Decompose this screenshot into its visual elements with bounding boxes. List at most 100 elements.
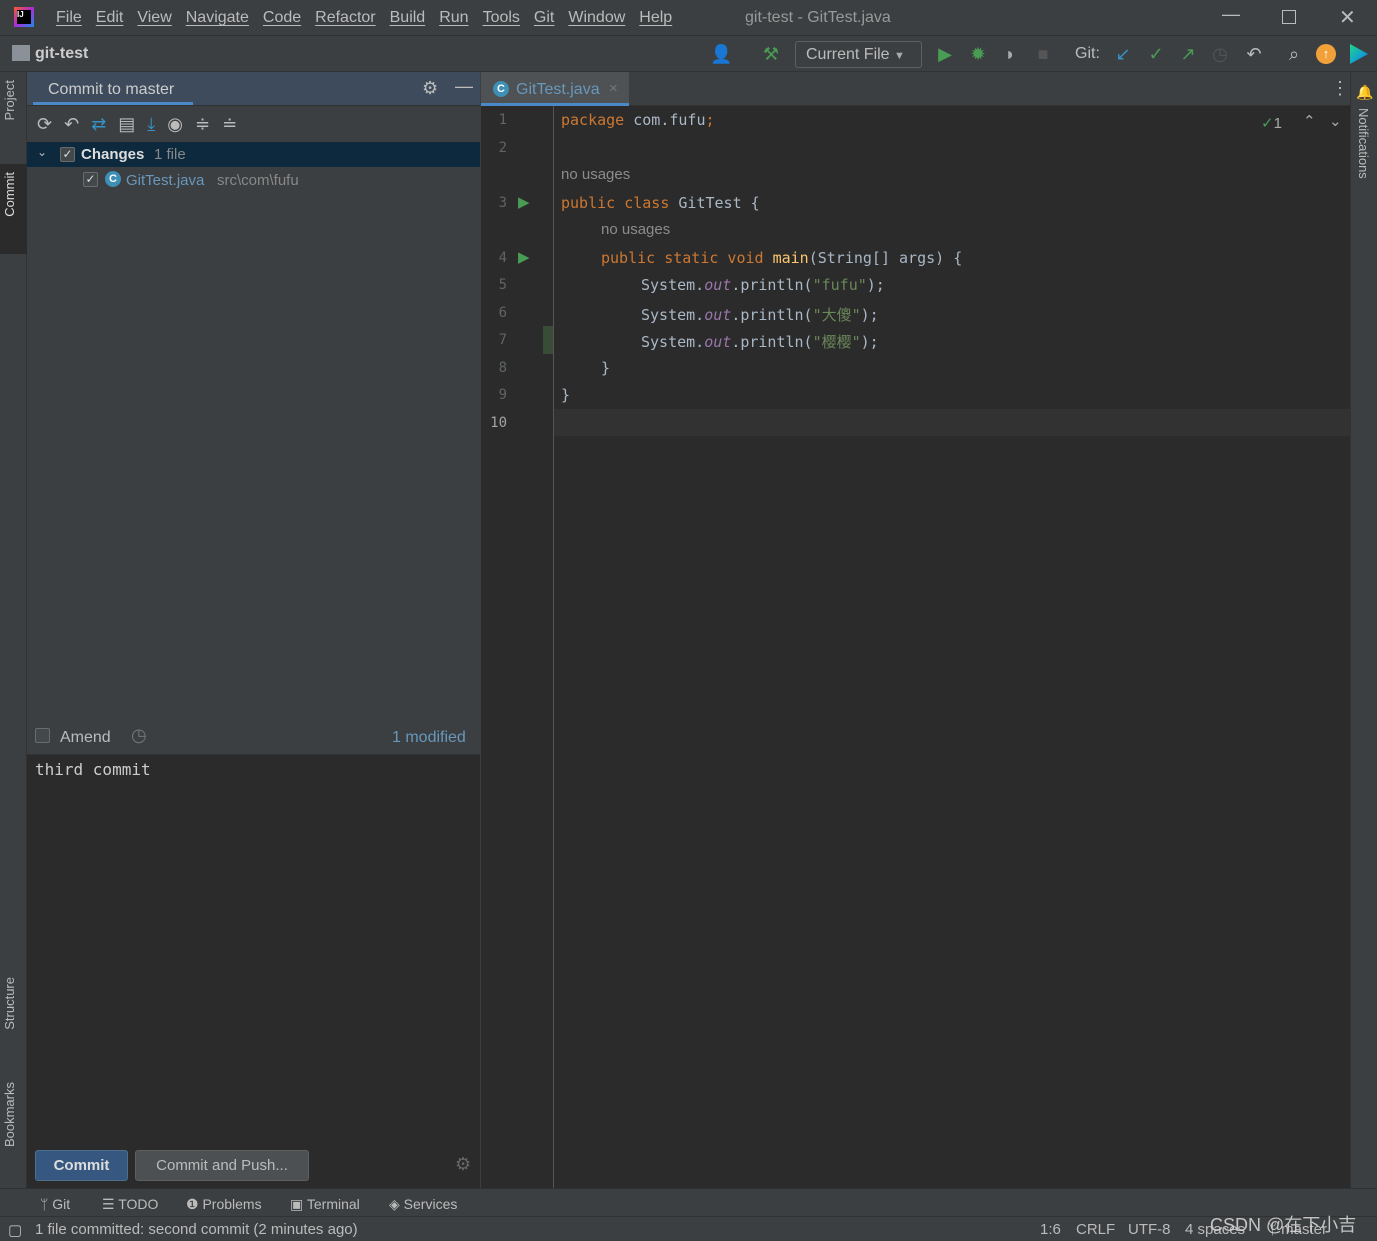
coverage-icon[interactable]: ◗ — [999, 44, 1021, 65]
window-title: git-test - GitTest.java — [745, 9, 891, 26]
changes-count: 1 file — [154, 146, 186, 163]
caret-position[interactable]: 1:6 — [1040, 1221, 1061, 1238]
code-line: System.out.println("樱樱"); — [641, 333, 879, 351]
tab-problems[interactable]: ❶ Problems — [186, 1196, 262, 1213]
commit-options-gear-icon[interactable]: ⚙ — [455, 1154, 471, 1175]
amend-checkbox[interactable] — [35, 728, 50, 743]
amend-label: Amend — [60, 729, 111, 746]
minimize-button[interactable]: — — [1222, 4, 1240, 25]
chevron-down-icon[interactable]: ⌄ — [37, 145, 47, 159]
editor: C GitTest.java × ⋮ ✓1 ⌃ ⌄ 1 2 3 4 5 6 7 … — [481, 72, 1350, 1188]
view-options-icon[interactable]: ◉ — [167, 114, 195, 134]
menu-build[interactable]: Build — [390, 9, 426, 26]
run-gutter-icon[interactable]: ▶ — [518, 193, 530, 211]
line-number: 8 — [498, 360, 507, 376]
line-number: 6 — [498, 305, 507, 321]
menu-help[interactable]: Help — [639, 9, 672, 26]
update-icon[interactable]: ↑ — [1316, 44, 1336, 64]
menu-window[interactable]: Window — [568, 9, 625, 26]
tool-window-bar: ᛘ Git ☰ TODO ❶ Problems ▣ Terminal ◈ Ser… — [0, 1188, 1377, 1216]
code-line: } — [601, 359, 611, 377]
maximize-button[interactable] — [1282, 10, 1296, 24]
modified-count[interactable]: 1 modified — [392, 729, 466, 747]
menu-git[interactable]: Git — [534, 9, 554, 26]
user-icon[interactable]: 👤 — [710, 44, 732, 65]
rollback-icon[interactable]: ↶ — [1243, 44, 1265, 65]
more-options-icon[interactable]: ⋮ — [1331, 78, 1349, 99]
minimize-panel-icon[interactable]: — — [455, 76, 473, 97]
tab-project[interactable]: Project — [2, 80, 17, 120]
gear-icon[interactable]: ⚙ — [422, 78, 438, 99]
search-icon[interactable]: ⌕ — [1283, 44, 1305, 65]
tab-terminal[interactable]: ▣ Terminal — [290, 1196, 360, 1213]
commit-button[interactable]: Commit — [35, 1150, 128, 1181]
run-icon[interactable]: ▶ — [934, 44, 956, 65]
commit-message-input[interactable]: third commit — [27, 755, 480, 1188]
tab-todo[interactable]: ☰ TODO — [102, 1196, 158, 1213]
tab-git[interactable]: ᛘ Git — [40, 1196, 70, 1212]
refresh-icon[interactable]: ⟳ — [37, 114, 64, 134]
commit-toolbar: ⟳↶⇄▤⤓◉≑≐ — [37, 114, 249, 135]
code-line: public static void main(String[] args) { — [601, 249, 963, 267]
terminal-icon: ▣ — [290, 1196, 304, 1212]
inspection-ok-icon[interactable]: ✓1 — [1261, 114, 1282, 132]
notifications-bell-icon[interactable]: 🔔 — [1356, 84, 1373, 101]
tab-services[interactable]: ◈ Services — [389, 1196, 457, 1213]
tab-notifications[interactable]: Notifications — [1356, 108, 1371, 179]
file-checkbox[interactable]: ✓ — [83, 172, 98, 187]
changes-row[interactable]: ⌄ ✓ Changes 1 file — [27, 142, 480, 167]
line-number: 4 — [498, 250, 507, 266]
usages-hint[interactable]: no usages — [601, 221, 670, 238]
file-row[interactable]: ✓ C GitTest.java src\com\fufu — [27, 168, 480, 192]
warning-icon: ❶ — [186, 1196, 199, 1212]
history-icon[interactable]: ◷ — [1209, 44, 1231, 65]
diff-icon[interactable]: ⇄ — [91, 114, 118, 134]
menu-navigate[interactable]: Navigate — [186, 9, 249, 26]
line-number: 3 — [498, 195, 507, 211]
next-highlight-icon[interactable]: ⌄ — [1329, 112, 1342, 130]
project-breadcrumb[interactable]: git-test — [35, 45, 88, 63]
tab-gittest-java[interactable]: C GitTest.java × — [481, 72, 629, 106]
run-gutter-icon[interactable]: ▶ — [518, 248, 530, 266]
expand-all-icon[interactable]: ≑ — [195, 114, 222, 134]
tab-structure[interactable]: Structure — [2, 977, 17, 1030]
changes-checkbox[interactable]: ✓ — [60, 147, 75, 162]
file-encoding[interactable]: UTF-8 — [1128, 1221, 1171, 1238]
git-branch-icon: ᛘ — [40, 1196, 49, 1212]
collapse-all-icon[interactable]: ≐ — [222, 114, 249, 134]
menu-file[interactable]: File — [56, 9, 82, 26]
usages-hint[interactable]: no usages — [561, 166, 630, 183]
git-commit-icon[interactable]: ✓ — [1145, 44, 1167, 65]
menu-refactor[interactable]: Refactor — [315, 9, 375, 26]
app-logo: IJ — [14, 7, 34, 27]
status-message[interactable]: 1 file committed: second commit (2 minut… — [35, 1221, 358, 1238]
close-tab-icon[interactable]: × — [609, 80, 618, 97]
history-icon[interactable]: ◷ — [131, 725, 147, 746]
commit-and-push-button[interactable]: Commit and Push... — [135, 1150, 309, 1181]
commit-panel-title[interactable]: Commit to master — [48, 81, 174, 99]
run-config-select[interactable]: Current File ▼ — [795, 41, 922, 68]
prev-highlight-icon[interactable]: ⌃ — [1303, 112, 1316, 130]
folder-icon — [12, 45, 30, 61]
rollback-icon[interactable]: ↶ — [64, 114, 91, 134]
tab-bookmarks[interactable]: Bookmarks — [2, 1082, 17, 1147]
menu-view[interactable]: View — [137, 9, 171, 26]
git-push-icon[interactable]: ↗ — [1177, 44, 1199, 65]
changelist-icon[interactable]: ▤ — [118, 114, 147, 134]
line-separator[interactable]: CRLF — [1076, 1221, 1115, 1238]
menu-code[interactable]: Code — [263, 9, 301, 26]
debug-icon[interactable]: ✹ — [967, 44, 989, 65]
shelve-icon[interactable]: ⤓ — [147, 114, 167, 134]
git-update-icon[interactable]: ↙ — [1112, 44, 1134, 65]
stop-icon[interactable]: ■ — [1032, 44, 1054, 65]
build-hammer-icon[interactable]: ⚒ — [760, 44, 782, 65]
tab-commit[interactable]: Commit — [2, 172, 17, 217]
change-marker — [543, 326, 553, 354]
menu-edit[interactable]: Edit — [96, 9, 124, 26]
close-button[interactable]: ✕ — [1339, 5, 1356, 30]
code-line: public class GitTest { — [561, 194, 760, 212]
line-number: 10 — [490, 415, 507, 431]
menu-run[interactable]: Run — [439, 9, 468, 26]
menu-tools[interactable]: Tools — [483, 9, 520, 26]
toggle-panel-icon[interactable]: ▢ — [8, 1221, 22, 1239]
